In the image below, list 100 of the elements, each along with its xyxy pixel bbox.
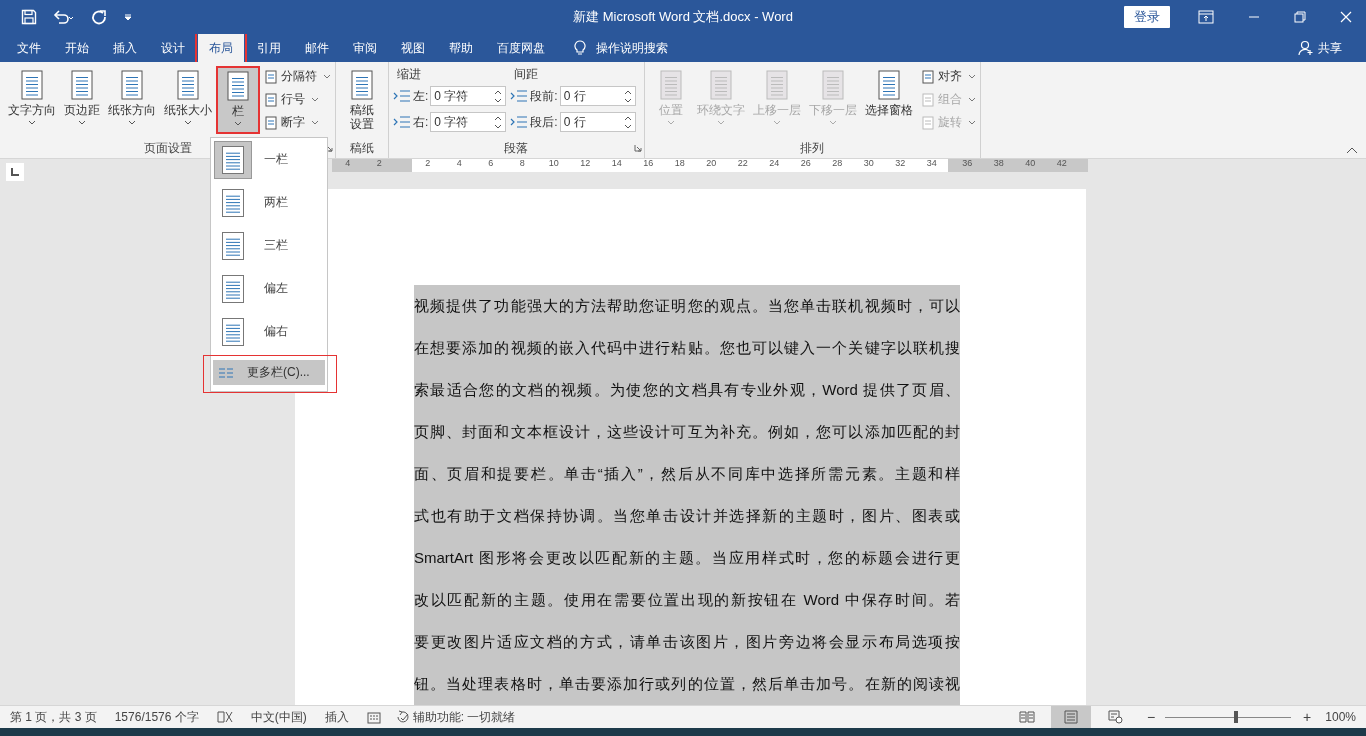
redo-icon[interactable]: [91, 9, 107, 25]
spin-down-icon[interactable]: [494, 97, 503, 103]
zoom-out-button[interactable]: −: [1146, 709, 1156, 725]
ribbon-button[interactable]: 栏: [216, 66, 260, 134]
ribbon-tab[interactable]: 视图: [390, 34, 436, 62]
sign-in-button[interactable]: 登录: [1124, 6, 1170, 28]
ribbon-small-button[interactable]: 行号: [264, 89, 331, 110]
ruler-number: 26: [799, 159, 812, 168]
ribbon-tab[interactable]: 开始: [54, 34, 100, 62]
spin-down-icon[interactable]: [623, 97, 632, 103]
ribbon-button[interactable]: 纸张大小: [160, 66, 216, 134]
ribbon-tab[interactable]: 审阅: [342, 34, 388, 62]
collapse-ribbon-icon[interactable]: [1346, 147, 1358, 154]
caret-icon: [311, 120, 319, 125]
ribbon-display-icon[interactable]: [1198, 10, 1214, 24]
ruler-number: 10: [547, 159, 560, 168]
spinner-field[interactable]: 0 字符: [430, 112, 507, 132]
insert-mode[interactable]: 插入: [324, 708, 349, 726]
indent-icon: [510, 89, 529, 103]
book-view-icon: [1018, 710, 1035, 724]
ruler-number: 24: [768, 159, 781, 168]
caret-icon: [184, 120, 192, 125]
spinner-field[interactable]: 0 字符: [430, 86, 507, 106]
ruler-number: 20: [705, 159, 718, 168]
tab-stop-icon: [11, 168, 19, 176]
tell-me-search[interactable]: 操作说明搜索: [596, 39, 668, 57]
accessibility-status[interactable]: 辅助功能: 一切就绪: [394, 708, 516, 726]
view-mode-button[interactable]: [1050, 706, 1091, 728]
ruler-number: 16: [642, 159, 655, 168]
ribbon-tab[interactable]: 引用: [246, 34, 292, 62]
undo-icon[interactable]: [53, 9, 75, 25]
ribbon-tab[interactable]: 设计: [150, 34, 196, 62]
spin-up-icon[interactable]: [623, 89, 632, 95]
ribbon-tab[interactable]: 百度网盘: [486, 34, 556, 62]
ribbon-tab[interactable]: 插入: [102, 34, 148, 62]
ribbon-small-button[interactable]: 分隔符: [264, 66, 331, 87]
customize-caret-icon[interactable]: [123, 12, 133, 22]
spin-down-icon[interactable]: [623, 123, 632, 129]
lightbulb-icon: [574, 40, 586, 56]
caret-icon: [323, 74, 331, 79]
ribbon-tab[interactable]: 布局: [198, 34, 244, 62]
field-label: 段后:: [530, 113, 558, 131]
ribbon-tab[interactable]: 文件: [6, 34, 52, 62]
ribbon-button[interactable]: 文字方向: [4, 66, 60, 134]
caret-icon: [666, 120, 675, 125]
menu-item[interactable]: 偏左: [211, 267, 327, 310]
ruler-number: 8: [518, 159, 526, 168]
share-button[interactable]: 共享: [1298, 34, 1366, 62]
caret-icon: [772, 120, 781, 125]
restore-icon[interactable]: [1294, 11, 1306, 23]
ribbon-button[interactable]: 稿纸设置: [340, 66, 384, 134]
spinner-field[interactable]: 0 行: [559, 86, 636, 106]
ruler-number: 18: [673, 159, 686, 168]
ribbon-button[interactable]: 纸张方向: [104, 66, 160, 134]
field-label: 左:: [413, 87, 429, 105]
menu-item[interactable]: 偏右: [211, 310, 327, 353]
menu-item[interactable]: 三栏: [211, 224, 327, 267]
close-icon[interactable]: [1340, 11, 1352, 23]
zoom-slider-thumb[interactable]: [1234, 711, 1239, 723]
dialog-launcher-icon[interactable]: [325, 144, 333, 152]
ruler-number: 14: [610, 159, 623, 168]
language-indicator[interactable]: 中文(中国): [250, 708, 307, 726]
spin-up-icon[interactable]: [494, 115, 503, 121]
ruler-number: 4: [344, 159, 352, 168]
ribbon-tab[interactable]: 帮助: [438, 34, 484, 62]
window-title: 新建 Microsoft Word 文档.docx - Word: [573, 8, 793, 26]
save-icon[interactable]: [21, 9, 37, 25]
spin-down-icon[interactable]: [494, 123, 503, 129]
ribbon-small-button[interactable]: 断字: [264, 112, 331, 133]
caret-icon: [967, 120, 976, 125]
section-label: 间距: [513, 66, 540, 82]
word-count[interactable]: 1576/1576 个字: [114, 708, 199, 726]
spin-up-icon[interactable]: [623, 115, 632, 121]
tab-selector[interactable]: [6, 163, 24, 181]
ribbon-small-button[interactable]: 对齐: [920, 66, 976, 87]
caret-icon: [234, 121, 242, 126]
page-count[interactable]: 第 1 页，共 3 页: [10, 708, 97, 726]
accessibility-icon: [394, 710, 411, 724]
menu-item[interactable]: 一栏: [211, 138, 327, 181]
zoom-in-button[interactable]: +: [1303, 709, 1312, 725]
indent-icon: [393, 115, 411, 129]
group-label: 排列: [800, 139, 825, 157]
more-columns-item[interactable]: 更多栏(C)...: [213, 360, 325, 385]
spinner-field[interactable]: 0 行: [559, 112, 636, 132]
spin-up-icon[interactable]: [494, 89, 503, 95]
field-label: 右:: [413, 113, 429, 131]
ruler-number: 2: [375, 159, 383, 168]
ruler-number: 32: [894, 159, 907, 168]
caret-icon: [967, 74, 976, 79]
ruler-number: 4: [455, 159, 463, 168]
group-label: 段落: [504, 139, 529, 157]
ruler-number: 40: [1024, 159, 1037, 168]
ribbon-button[interactable]: 选择窗格: [860, 66, 917, 134]
menu-item[interactable]: 两栏: [211, 181, 327, 224]
dialog-launcher-icon[interactable]: [633, 144, 642, 152]
ribbon-tab[interactable]: 邮件: [294, 34, 340, 62]
zoom-percent[interactable]: 100%: [1325, 710, 1356, 724]
page-view-icon: [1062, 710, 1079, 724]
ribbon-button[interactable]: 页边距: [60, 66, 104, 134]
columns-icon: [219, 367, 233, 378]
